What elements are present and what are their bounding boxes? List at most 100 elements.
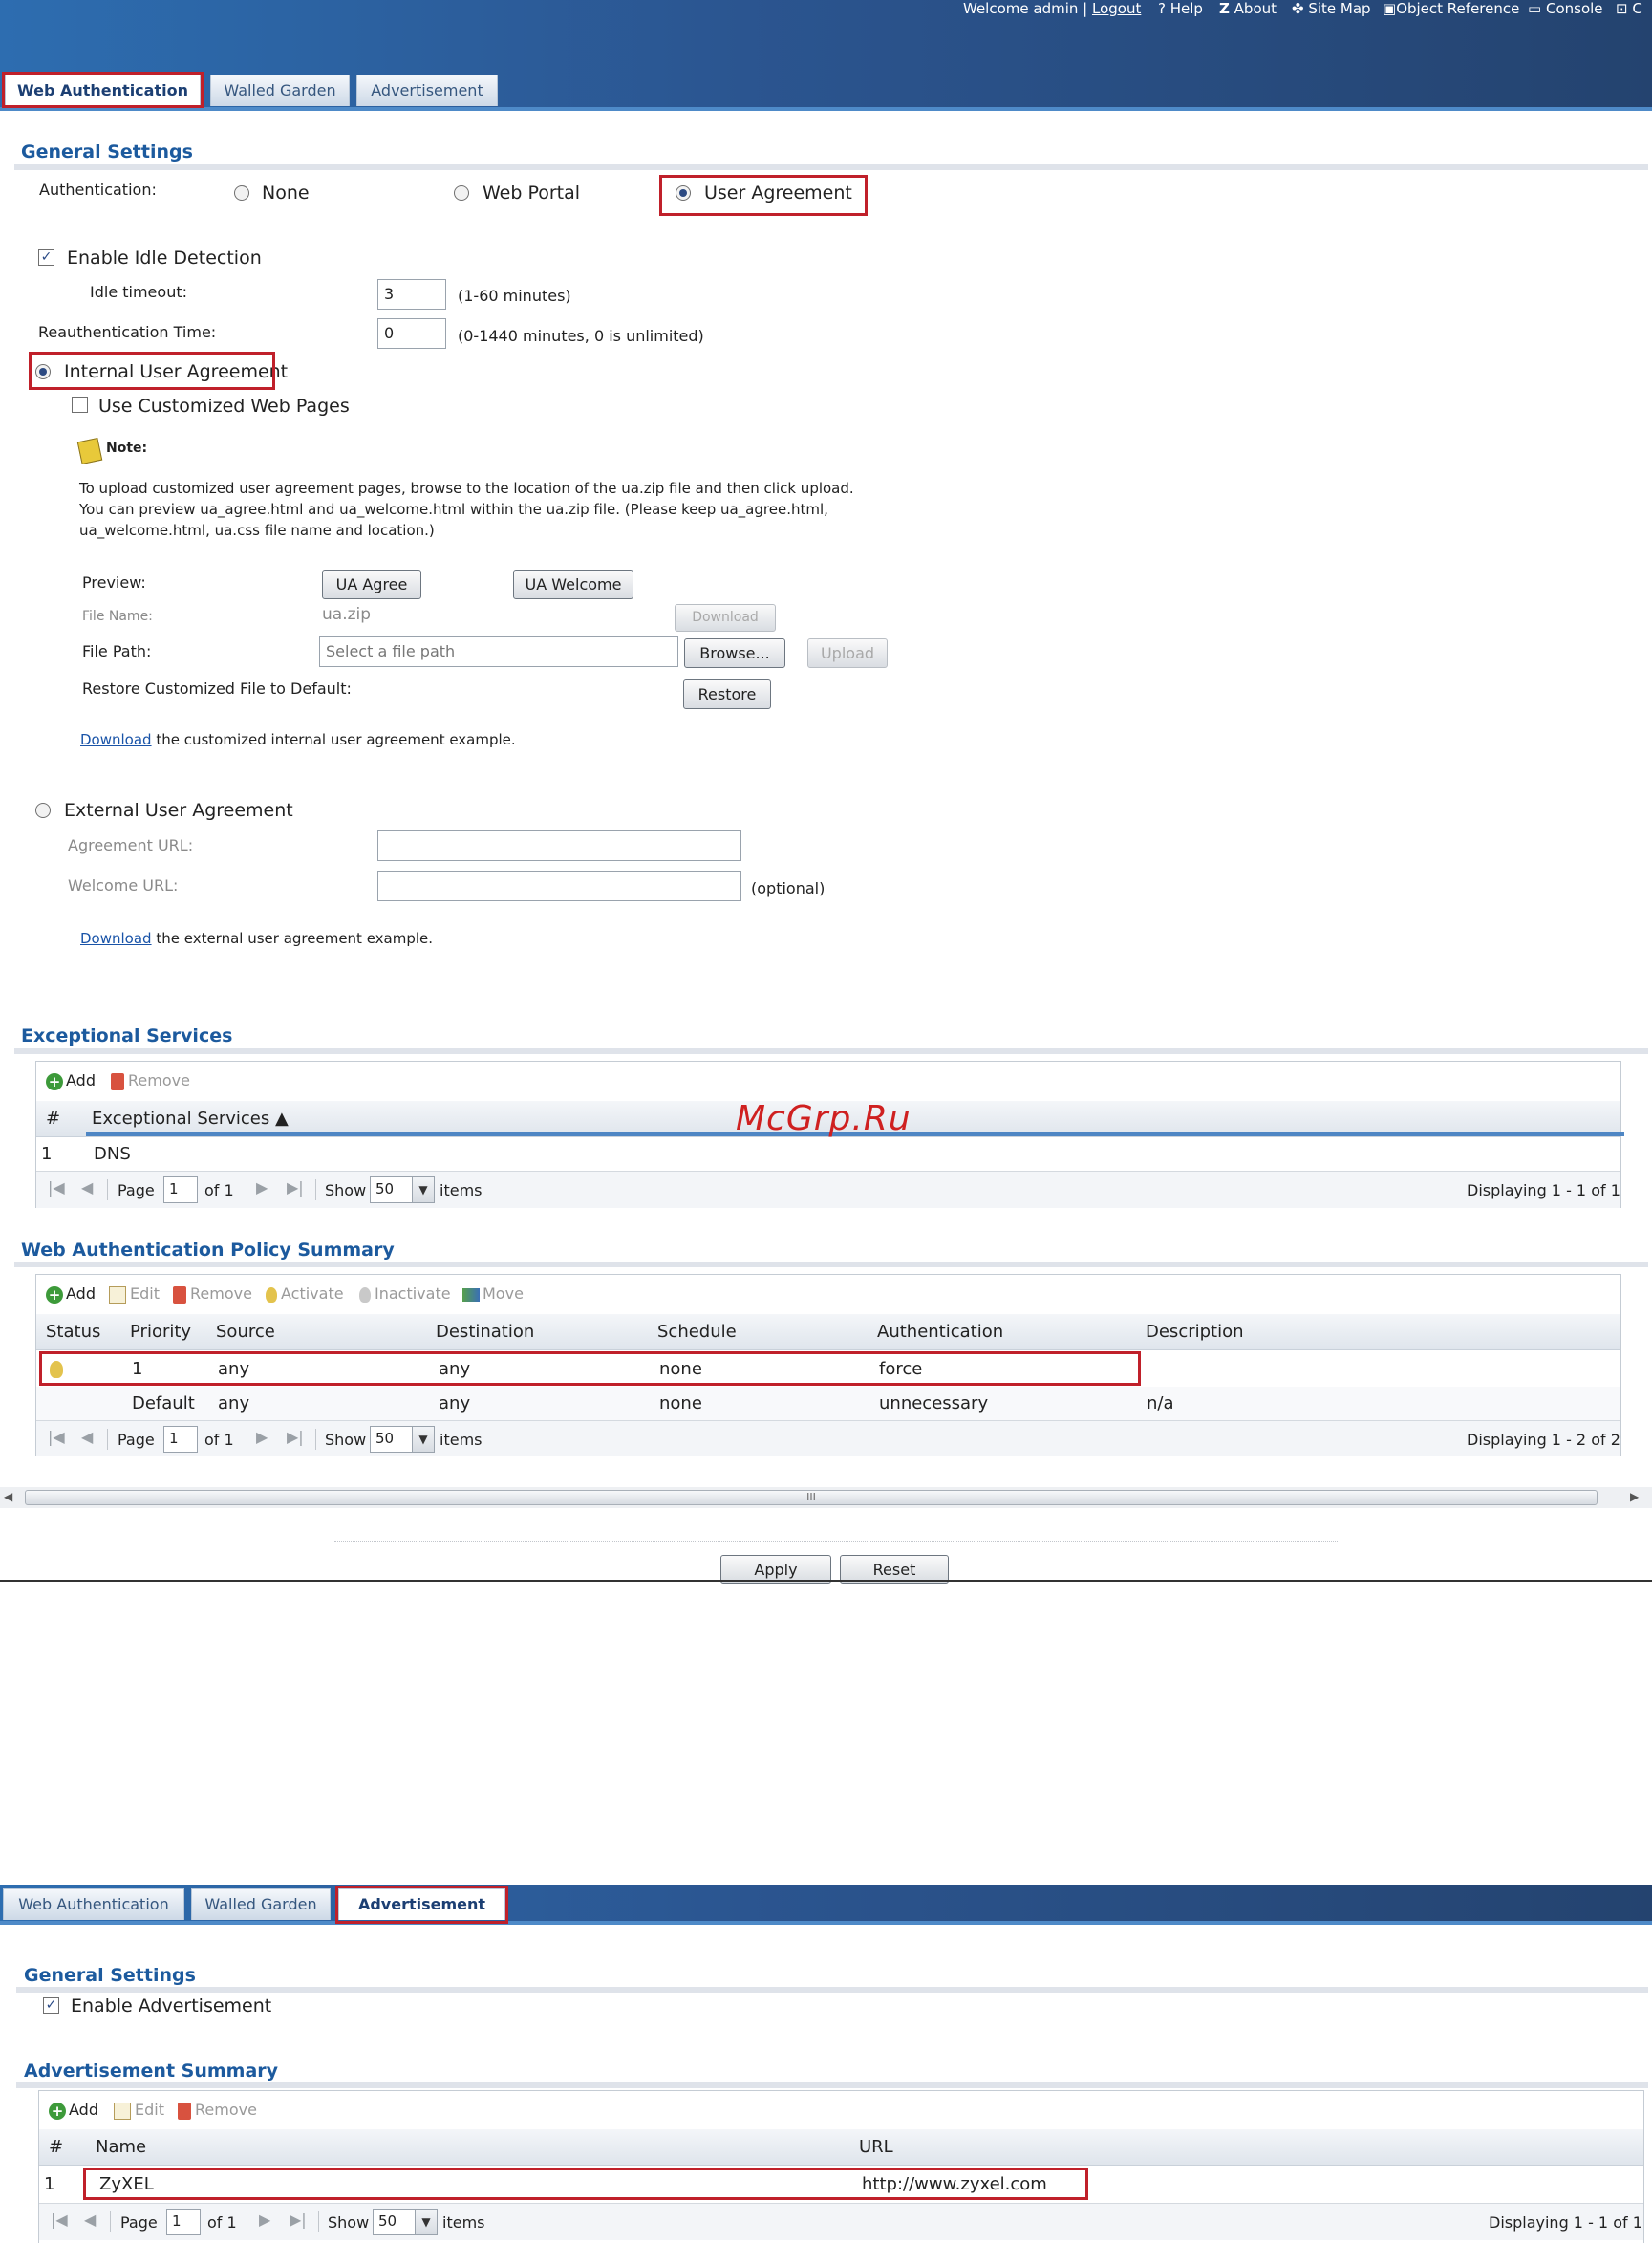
- next-page-icon[interactable]: ▶: [259, 2211, 270, 2229]
- header-url[interactable]: URL: [859, 2137, 893, 2157]
- object-reference-link[interactable]: ▣Object Reference: [1383, 0, 1519, 17]
- activate-label: Activate: [281, 1284, 344, 1303]
- policy-edit-button[interactable]: Edit: [109, 1284, 160, 1304]
- logout-link[interactable]: Logout: [1092, 0, 1141, 17]
- policy-add-button[interactable]: + Add: [46, 1284, 96, 1304]
- show-select-value: 50: [375, 1180, 395, 1197]
- tab-walled-garden[interactable]: Walled Garden: [210, 75, 350, 106]
- header-status[interactable]: Status: [46, 1322, 100, 1342]
- trash-icon: [178, 2102, 191, 2120]
- policy-move-button[interactable]: Move: [462, 1284, 524, 1303]
- download-internal-link[interactable]: Download: [80, 731, 152, 748]
- tab-web-authentication[interactable]: Web Authentication: [3, 1888, 184, 1920]
- page-number-input[interactable]: 1: [163, 1426, 198, 1453]
- enable-idle-label: Enable Idle Detection: [67, 248, 262, 269]
- use-custom-pages-checkbox[interactable]: [72, 397, 88, 413]
- header-schedule[interactable]: Schedule: [657, 1322, 737, 1342]
- ad-remove-button[interactable]: Remove: [178, 2101, 257, 2120]
- show-select[interactable]: 50 ▼: [370, 1176, 435, 1203]
- console-label: Console: [1545, 0, 1603, 17]
- page-number-input[interactable]: 1: [166, 2209, 201, 2235]
- note-label: Note:: [106, 441, 148, 456]
- pager-separator: [107, 1429, 108, 1450]
- header-num: #: [46, 1109, 61, 1129]
- reauth-input[interactable]: 0: [377, 318, 446, 349]
- first-page-icon[interactable]: |◀: [48, 1178, 65, 1197]
- prev-page-icon[interactable]: ◀: [81, 1178, 93, 1197]
- scroll-left-icon[interactable]: ◀: [4, 1490, 12, 1503]
- scroll-right-icon[interactable]: ▶: [1630, 1490, 1639, 1503]
- policy-summary-panel: + Add Edit Remove Activate Inactivate Mov…: [35, 1274, 1621, 1456]
- tab-advertisement[interactable]: Advertisement: [356, 75, 498, 106]
- last-page-icon[interactable]: ▶|: [287, 1428, 304, 1446]
- agreement-url-input[interactable]: [377, 830, 741, 861]
- show-select[interactable]: 50 ▼: [373, 2209, 438, 2235]
- section-divider: [16, 2082, 1648, 2088]
- policy-summary-title: Web Authentication Policy Summary: [21, 1240, 395, 1261]
- header-exceptional-services[interactable]: Exceptional Services ▲: [92, 1109, 289, 1129]
- browse-button[interactable]: Browse...: [684, 638, 785, 668]
- first-page-icon[interactable]: |◀: [48, 1428, 65, 1446]
- tab-walled-garden[interactable]: Walled Garden: [191, 1888, 331, 1920]
- welcome-label: Welcome admin |: [963, 0, 1088, 17]
- download-button[interactable]: Download: [675, 604, 776, 632]
- table-row[interactable]: Default any any none unnecessary n/a: [36, 1387, 1620, 1421]
- items-label: items: [440, 1431, 483, 1449]
- exceptional-add-button[interactable]: + Add: [46, 1071, 96, 1090]
- last-page-icon[interactable]: ▶|: [290, 2211, 307, 2229]
- welcome-url-input[interactable]: [377, 871, 741, 901]
- console-link[interactable]: ▭ Console: [1528, 0, 1603, 17]
- restore-button[interactable]: Restore: [683, 679, 771, 709]
- move-icon: [462, 1287, 480, 1302]
- page-number-input[interactable]: 1: [163, 1176, 198, 1203]
- next-page-icon[interactable]: ▶: [256, 1428, 268, 1446]
- policy-inactivate-button[interactable]: Inactivate: [359, 1284, 451, 1303]
- prev-page-icon[interactable]: ◀: [84, 2211, 96, 2229]
- upload-button[interactable]: Upload: [807, 638, 888, 668]
- help-link[interactable]: ? Help: [1158, 0, 1203, 17]
- auth-none-radio[interactable]: [234, 185, 249, 201]
- auth-none-label: None: [262, 183, 310, 204]
- object-reference-label: Object Reference: [1396, 0, 1520, 17]
- external-agreement-label: External User Agreement: [64, 800, 293, 821]
- show-select[interactable]: 50 ▼: [370, 1426, 435, 1453]
- header-name[interactable]: Name: [96, 2137, 146, 2157]
- enable-idle-checkbox[interactable]: ✓: [38, 249, 54, 266]
- row-num: 1: [44, 2174, 55, 2194]
- ua-welcome-button[interactable]: UA Welcome: [513, 570, 633, 599]
- highlight-web-authentication-tab: [2, 72, 204, 108]
- reauth-hint: (0-1440 minutes, 0 is unlimited): [458, 327, 704, 345]
- download-external-link[interactable]: Download: [80, 930, 152, 947]
- policy-remove-button[interactable]: Remove: [173, 1284, 252, 1304]
- header-source[interactable]: Source: [216, 1322, 275, 1342]
- note-line-1: To upload customized user agreement page…: [79, 480, 854, 497]
- header-destination[interactable]: Destination: [436, 1322, 534, 1342]
- policy-activate-button[interactable]: Activate: [266, 1284, 344, 1303]
- auth-web-portal-radio[interactable]: [454, 185, 469, 201]
- exceptional-remove-button[interactable]: Remove: [111, 1071, 190, 1090]
- row-priority: Default: [132, 1393, 195, 1413]
- idle-timeout-input[interactable]: 3: [377, 279, 446, 310]
- site-map-link[interactable]: ✤ Site Map: [1292, 0, 1371, 17]
- header-authentication[interactable]: Authentication: [877, 1322, 1003, 1342]
- ua-agree-button[interactable]: UA Agree: [322, 570, 421, 599]
- ad-edit-button[interactable]: Edit: [114, 2101, 164, 2120]
- page-of-label: of 1: [207, 2213, 237, 2232]
- trash-icon: [173, 1285, 186, 1304]
- last-page-icon[interactable]: ▶|: [287, 1178, 304, 1197]
- external-agreement-radio[interactable]: [35, 803, 51, 818]
- horizontal-scrollbar[interactable]: ◀ III ▶: [0, 1487, 1652, 1508]
- cli-link[interactable]: ⊡ C: [1616, 0, 1642, 17]
- enable-advertisement-checkbox[interactable]: ✓: [43, 1997, 59, 2014]
- exceptional-pager: |◀ ◀ Page 1 of 1 ▶ ▶| Show 50 ▼ items Dis…: [36, 1171, 1620, 1208]
- ad-add-button[interactable]: + Add: [49, 2101, 98, 2120]
- header-description[interactable]: Description: [1146, 1322, 1244, 1342]
- file-path-input[interactable]: Select a file path: [319, 636, 678, 667]
- download-internal-text: the customized internal user agreement e…: [156, 731, 516, 748]
- next-page-icon[interactable]: ▶: [256, 1178, 268, 1197]
- first-page-icon[interactable]: |◀: [51, 2211, 68, 2229]
- about-link[interactable]: Z About: [1219, 0, 1277, 17]
- header-priority[interactable]: Priority: [130, 1322, 191, 1342]
- scroll-thumb[interactable]: III: [25, 1490, 1598, 1505]
- prev-page-icon[interactable]: ◀: [81, 1428, 93, 1446]
